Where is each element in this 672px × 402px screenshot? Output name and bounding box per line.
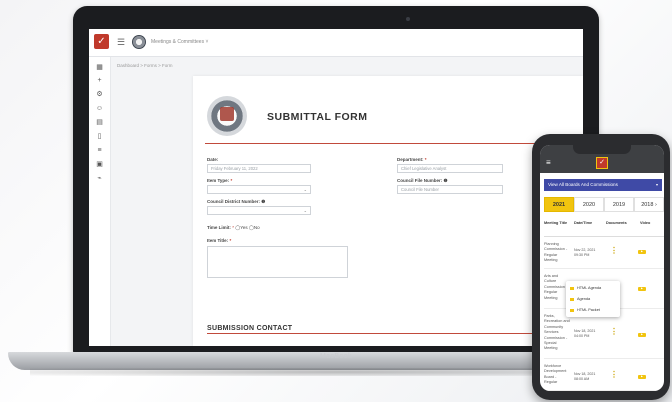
video-icon[interactable]: ▶ xyxy=(638,333,646,337)
city-seal-icon xyxy=(132,35,146,49)
council-district-label: Council District Number: ❶ xyxy=(207,199,266,204)
file-icon[interactable]: ▯ xyxy=(95,132,104,141)
gear-icon[interactable]: ⚙ xyxy=(95,90,104,99)
meeting-time: 08:00 AM xyxy=(574,377,590,381)
camera-dot xyxy=(406,17,410,21)
submittal-form-card: SUBMITTAL FORM Date: Friday February 11,… xyxy=(193,76,583,346)
department-label: Department: * xyxy=(397,157,427,162)
plus-icon[interactable]: + xyxy=(95,76,104,85)
date-field[interactable]: Friday February 11, 2022 xyxy=(207,164,311,173)
submission-contact-divider xyxy=(207,333,587,334)
time-limit-row: Time Limit: * ◯Yes ◯No xyxy=(207,225,260,230)
check-box-icon[interactable]: ✓ xyxy=(94,34,109,49)
app-title-dropdown[interactable]: Meetings & Committees ˅ xyxy=(151,39,208,45)
check-box-icon[interactable]: ✓ xyxy=(596,157,608,169)
calendar-icon[interactable]: ▣ xyxy=(95,160,104,169)
brand-label: MacBook xyxy=(320,353,352,360)
sidebar: ▦ + ⚙ ☺ ▤ ▯ ≡ ▣ ⌁ xyxy=(89,57,111,346)
document-icon[interactable]: ▤ xyxy=(95,118,104,127)
app-topbar: ✓ ☰ Meetings & Committees ˅ xyxy=(89,29,583,57)
chevron-down-icon: ▾ xyxy=(655,182,658,187)
meeting-time: 04:00 PM xyxy=(574,334,590,338)
date-label: Date: xyxy=(207,157,219,162)
meeting-title[interactable]: Parks, Recreation and Community Services… xyxy=(544,314,570,352)
col-meeting-title[interactable]: Meeting Title xyxy=(544,221,568,226)
grid-icon[interactable]: ▦ xyxy=(95,63,104,72)
agenda-option[interactable]: Agenda xyxy=(570,297,590,301)
item-title-textarea[interactable] xyxy=(207,246,348,278)
seal-emblem xyxy=(220,107,234,121)
department-field[interactable]: Chief Legislative Analyst xyxy=(397,164,503,173)
html-packet-option[interactable]: HTML Packet xyxy=(570,308,600,312)
tab-2018[interactable]: 2018 › xyxy=(634,197,664,212)
col-video: Video xyxy=(640,221,651,225)
tab-2020[interactable]: 2020 xyxy=(574,197,604,212)
col-date-time[interactable]: Date/Time xyxy=(574,221,592,226)
title-divider xyxy=(205,143,573,144)
users-icon[interactable]: ☺ xyxy=(95,104,104,113)
documents-kebab-icon[interactable]: ⋮ xyxy=(610,370,618,379)
form-title: SUBMITTAL FORM xyxy=(267,111,368,123)
submission-contact-heading: SUBMISSION CONTACT xyxy=(207,325,293,332)
table-row[interactable]: Planning Commission - Regular Meeting No… xyxy=(544,239,664,269)
meetings-table-header: Meeting Title Date/Time Documents Video xyxy=(544,217,664,237)
document-icon xyxy=(570,286,574,290)
tab-2021[interactable]: 2021 xyxy=(544,197,574,212)
hamburger-icon[interactable]: ☰ xyxy=(117,37,125,48)
breadcrumb[interactable]: Dashboard > Forms > Form xyxy=(117,63,173,68)
video-icon[interactable]: ▶ xyxy=(638,287,646,291)
time-limit-yes-radio[interactable]: ◯Yes xyxy=(235,225,247,230)
chevron-down-icon: ⌄ xyxy=(303,187,307,192)
time-limit-no-radio[interactable]: ◯No xyxy=(249,225,260,230)
video-icon[interactable]: ▶ xyxy=(638,250,646,254)
item-title-label: Item Title: * xyxy=(207,238,232,243)
documents-kebab-icon[interactable]: ⋮ xyxy=(610,246,618,255)
chart-icon[interactable]: ⌁ xyxy=(95,174,104,183)
council-file-label: Council File Number: ❶ xyxy=(397,178,448,183)
tab-2019[interactable]: 2019 xyxy=(604,197,634,212)
hamburger-icon[interactable]: ≡ xyxy=(546,158,551,167)
phone-notch xyxy=(573,145,631,154)
documents-kebab-icon[interactable]: ⋮ xyxy=(610,327,618,336)
document-icon xyxy=(570,308,574,312)
meeting-time: 09:30 PM xyxy=(574,253,590,257)
document-icon xyxy=(570,297,574,301)
table-row[interactable]: Workforce Development Board - Regular No… xyxy=(544,361,664,391)
video-icon[interactable]: ▶ xyxy=(638,375,646,379)
council-district-select[interactable]: ⌄ xyxy=(207,206,311,215)
html-agenda-option[interactable]: HTML Agenda xyxy=(570,286,601,290)
view-all-boards-button[interactable]: View All Boards And Commissions ▾ xyxy=(544,179,662,191)
meeting-title[interactable]: Planning Commission - Regular Meeting xyxy=(544,242,570,264)
col-documents: Documents xyxy=(606,221,627,225)
laptop-screen: ✓ ☰ Meetings & Committees ˅ ▦ + ⚙ ☺ ▤ ▯ … xyxy=(89,29,583,346)
council-file-input[interactable]: Council File Number xyxy=(397,185,503,194)
item-type-select[interactable]: ⌄ xyxy=(207,185,311,194)
phone-screen: ≡ ✓ View All Boards And Commissions ▾ 20… xyxy=(540,145,664,391)
chevron-down-icon: ⌄ xyxy=(303,208,307,213)
documents-dropdown: HTML Agenda Agenda HTML Packet xyxy=(566,281,620,317)
table-row[interactable]: Parks, Recreation and Community Services… xyxy=(544,311,664,359)
item-type-label: Item Type: * xyxy=(207,178,233,183)
list-icon[interactable]: ≡ xyxy=(95,146,104,155)
year-tabs: 2021 2020 2019 2018 › xyxy=(544,197,664,212)
meeting-title[interactable]: Workforce Development Board - Regular xyxy=(544,364,570,386)
view-all-boards-label: View All Boards And Commissions xyxy=(548,182,618,187)
